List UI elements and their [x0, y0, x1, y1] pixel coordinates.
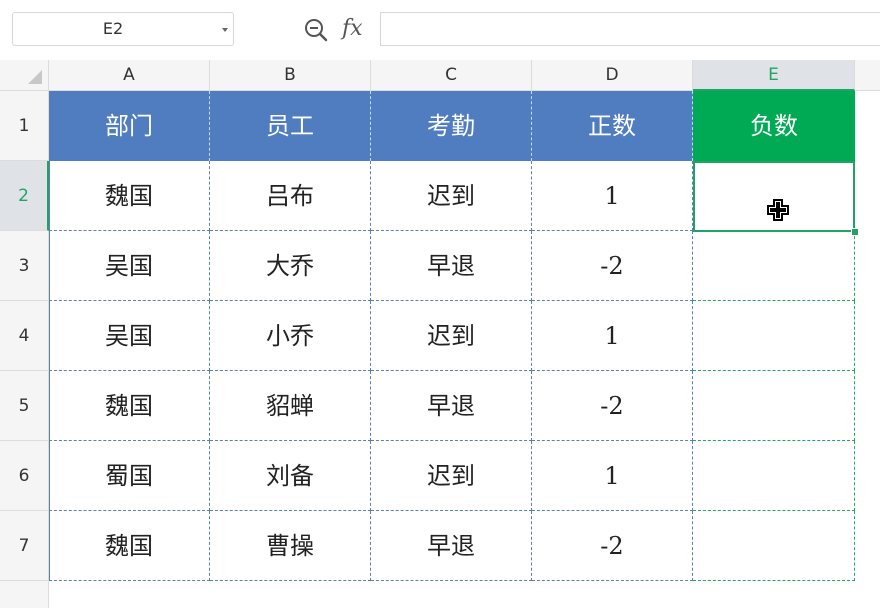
grid-left-border [49, 91, 50, 581]
dropdown-arrow-icon[interactable] [222, 28, 228, 32]
cell-c4[interactable]: 迟到 [371, 301, 532, 371]
cell-b7[interactable]: 曹操 [210, 511, 371, 581]
row-header-3[interactable]: 3 [0, 231, 49, 301]
column-header-c[interactable]: C [371, 60, 532, 91]
header-cell-d1[interactable]: 正数 [532, 91, 693, 161]
header-cell-e1[interactable]: 负数 [693, 91, 855, 161]
row-header-6[interactable]: 6 [0, 441, 49, 511]
cell-e3[interactable] [693, 231, 855, 301]
row-header-5[interactable]: 5 [0, 371, 49, 441]
name-box-value[interactable]: E2 [13, 13, 213, 45]
name-box[interactable]: E2 [12, 12, 234, 46]
zoom-icon[interactable] [303, 17, 329, 43]
cell-d3[interactable]: -2 [532, 231, 693, 301]
cell-e5[interactable] [693, 371, 855, 441]
column-header-a[interactable]: A [49, 60, 210, 91]
cell-d4[interactable]: 1 [532, 301, 693, 371]
cell-e7[interactable] [693, 511, 855, 581]
header-cell-a1[interactable]: 部门 [49, 91, 210, 161]
cell-d7[interactable]: -2 [532, 511, 693, 581]
cell-b4[interactable]: 小乔 [210, 301, 371, 371]
cell-d6[interactable]: 1 [532, 441, 693, 511]
column-header-f[interactable] [855, 60, 880, 91]
row-header-4[interactable]: 4 [0, 301, 49, 371]
row-header-empty [0, 581, 49, 608]
cell-b5[interactable]: 貂蝉 [210, 371, 371, 441]
select-all-icon [28, 70, 42, 84]
fx-icon[interactable]: fx [342, 14, 363, 44]
fill-handle[interactable] [851, 228, 859, 236]
cell-a4[interactable]: 吴国 [49, 301, 210, 371]
select-all-button[interactable] [0, 60, 49, 91]
cell-cursor-icon [767, 199, 789, 221]
cell-c2[interactable]: 迟到 [371, 161, 532, 231]
row-header-7[interactable]: 7 [0, 511, 49, 581]
cell-a5[interactable]: 魏国 [49, 371, 210, 441]
header-cell-b1[interactable]: 员工 [210, 91, 371, 161]
formula-input[interactable] [380, 12, 880, 46]
column-header-b[interactable]: B [210, 60, 371, 91]
cell-a6[interactable]: 蜀国 [49, 441, 210, 511]
cell-d5[interactable]: -2 [532, 371, 693, 441]
formula-bar: E2 fx [0, 0, 880, 60]
column-header-d[interactable]: D [532, 60, 693, 91]
cell-b2[interactable]: 吕布 [210, 161, 371, 231]
cell-a2[interactable]: 魏国 [49, 161, 210, 231]
header-cell-c1[interactable]: 考勤 [371, 91, 532, 161]
row-header-2[interactable]: 2 [0, 161, 49, 231]
cell-c7[interactable]: 早退 [371, 511, 532, 581]
column-header-e[interactable]: E [693, 60, 855, 91]
cell-c5[interactable]: 早退 [371, 371, 532, 441]
cell-d2[interactable]: 1 [532, 161, 693, 231]
cell-e4[interactable] [693, 301, 855, 371]
cell-a3[interactable]: 吴国 [49, 231, 210, 301]
cell-b3[interactable]: 大乔 [210, 231, 371, 301]
cell-a7[interactable]: 魏国 [49, 511, 210, 581]
cell-c6[interactable]: 迟到 [371, 441, 532, 511]
row-header-1[interactable]: 1 [0, 91, 49, 161]
cell-e6[interactable] [693, 441, 855, 511]
cell-b6[interactable]: 刘备 [210, 441, 371, 511]
cell-c3[interactable]: 早退 [371, 231, 532, 301]
